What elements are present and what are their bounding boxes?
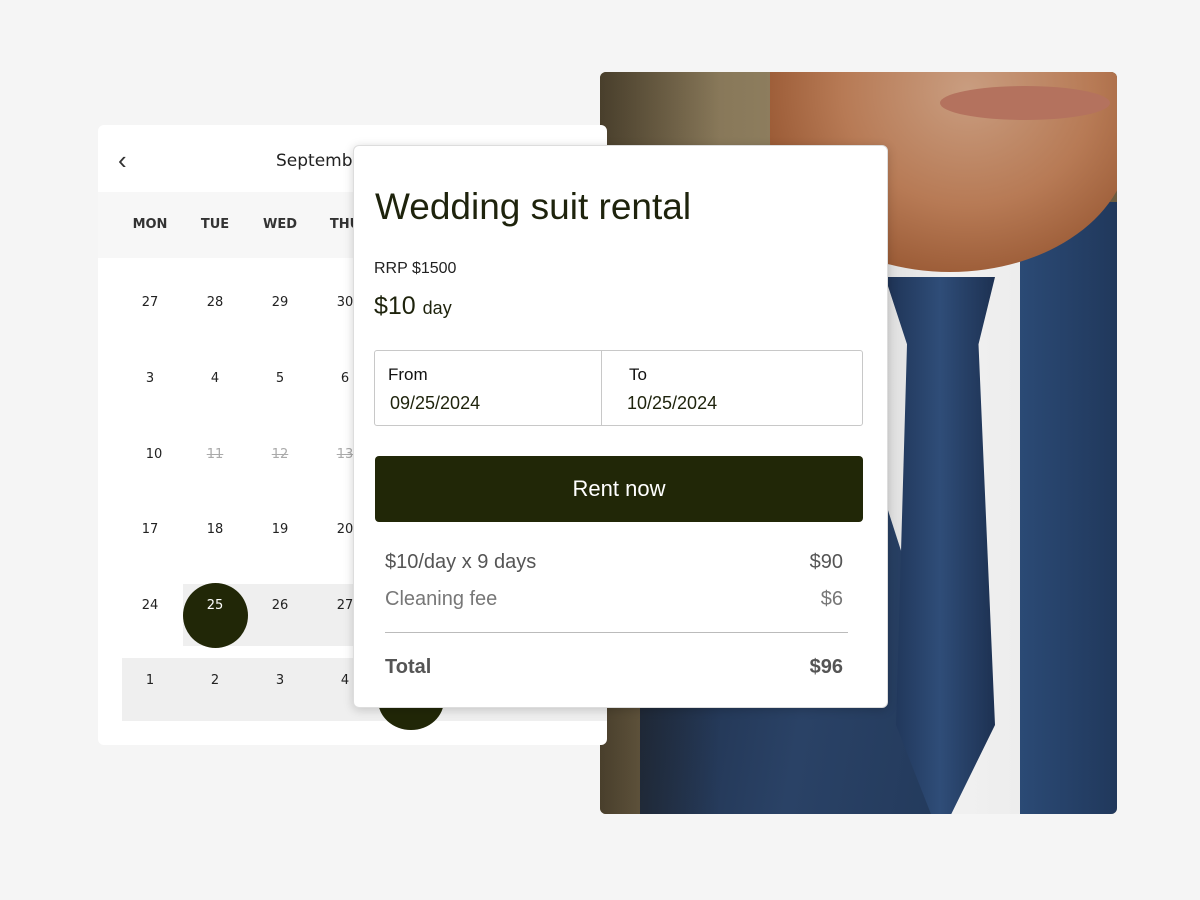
calendar-day[interactable]: 3 bbox=[125, 371, 175, 387]
weekday: MON bbox=[132, 217, 168, 232]
line-label: Cleaning fee bbox=[385, 588, 498, 610]
calendar-day[interactable]: 1 bbox=[125, 673, 175, 689]
calendar-day[interactable]: 5 bbox=[255, 371, 305, 387]
calendar-day[interactable]: 24 bbox=[125, 598, 175, 614]
rent-now-button[interactable]: Rent now bbox=[375, 456, 863, 522]
calendar-day[interactable]: 18 bbox=[190, 522, 240, 538]
from-value: 09/25/2024 bbox=[390, 393, 481, 413]
daily-price: $10 day bbox=[374, 292, 452, 321]
price-line: Cleaning fee $6 bbox=[385, 588, 843, 611]
total-amount: $96 bbox=[809, 656, 843, 678]
calendar-day[interactable]: 10 bbox=[129, 447, 179, 463]
weekday: TUE bbox=[200, 217, 230, 232]
calendar-day[interactable]: 12 bbox=[255, 447, 305, 463]
rental-card: Wedding suit rental RRP $1500 $10 day Fr… bbox=[353, 145, 888, 708]
calendar-day[interactable]: 11 bbox=[190, 447, 240, 463]
month-label: Septemb bbox=[276, 151, 353, 171]
total-line: Total $96 bbox=[385, 656, 843, 679]
selected-day-marker bbox=[183, 583, 248, 648]
from-date-field[interactable]: From 09/25/2024 bbox=[375, 351, 602, 425]
to-value: 10/25/2024 bbox=[627, 393, 718, 413]
line-amount: $6 bbox=[820, 588, 843, 610]
price-line: $10/day x 9 days $90 bbox=[385, 551, 843, 574]
rrp-price: RRP $1500 bbox=[374, 260, 457, 277]
date-range-input: From 09/25/2024 To 10/25/2024 bbox=[374, 350, 863, 426]
line-label: $10/day x 9 days bbox=[385, 551, 537, 573]
chevron-left-icon[interactable]: ‹ bbox=[118, 147, 127, 173]
divider bbox=[385, 632, 848, 633]
price-unit: day bbox=[422, 298, 452, 318]
calendar-day[interactable]: 26 bbox=[255, 598, 305, 614]
calendar-day[interactable]: 27 bbox=[125, 295, 175, 311]
calendar-day[interactable]: 17 bbox=[125, 522, 175, 538]
from-label: From bbox=[388, 365, 428, 384]
calendar-day[interactable]: 2 bbox=[190, 673, 240, 689]
calendar-day[interactable]: 3 bbox=[255, 673, 305, 689]
calendar-day[interactable]: 29 bbox=[255, 295, 305, 311]
line-amount: $90 bbox=[809, 551, 843, 573]
weekday: WED bbox=[262, 217, 297, 232]
to-date-field[interactable]: To 10/25/2024 bbox=[602, 351, 862, 425]
calendar-day[interactable]: 28 bbox=[190, 295, 240, 311]
price-value: $10 bbox=[374, 292, 416, 320]
calendar-day[interactable]: 19 bbox=[255, 522, 305, 538]
total-label: Total bbox=[385, 656, 432, 678]
calendar-day[interactable]: 4 bbox=[190, 371, 240, 387]
product-title: Wedding suit rental bbox=[375, 186, 692, 227]
calendar-day[interactable]: 25 bbox=[190, 598, 240, 614]
to-label: To bbox=[629, 365, 647, 384]
